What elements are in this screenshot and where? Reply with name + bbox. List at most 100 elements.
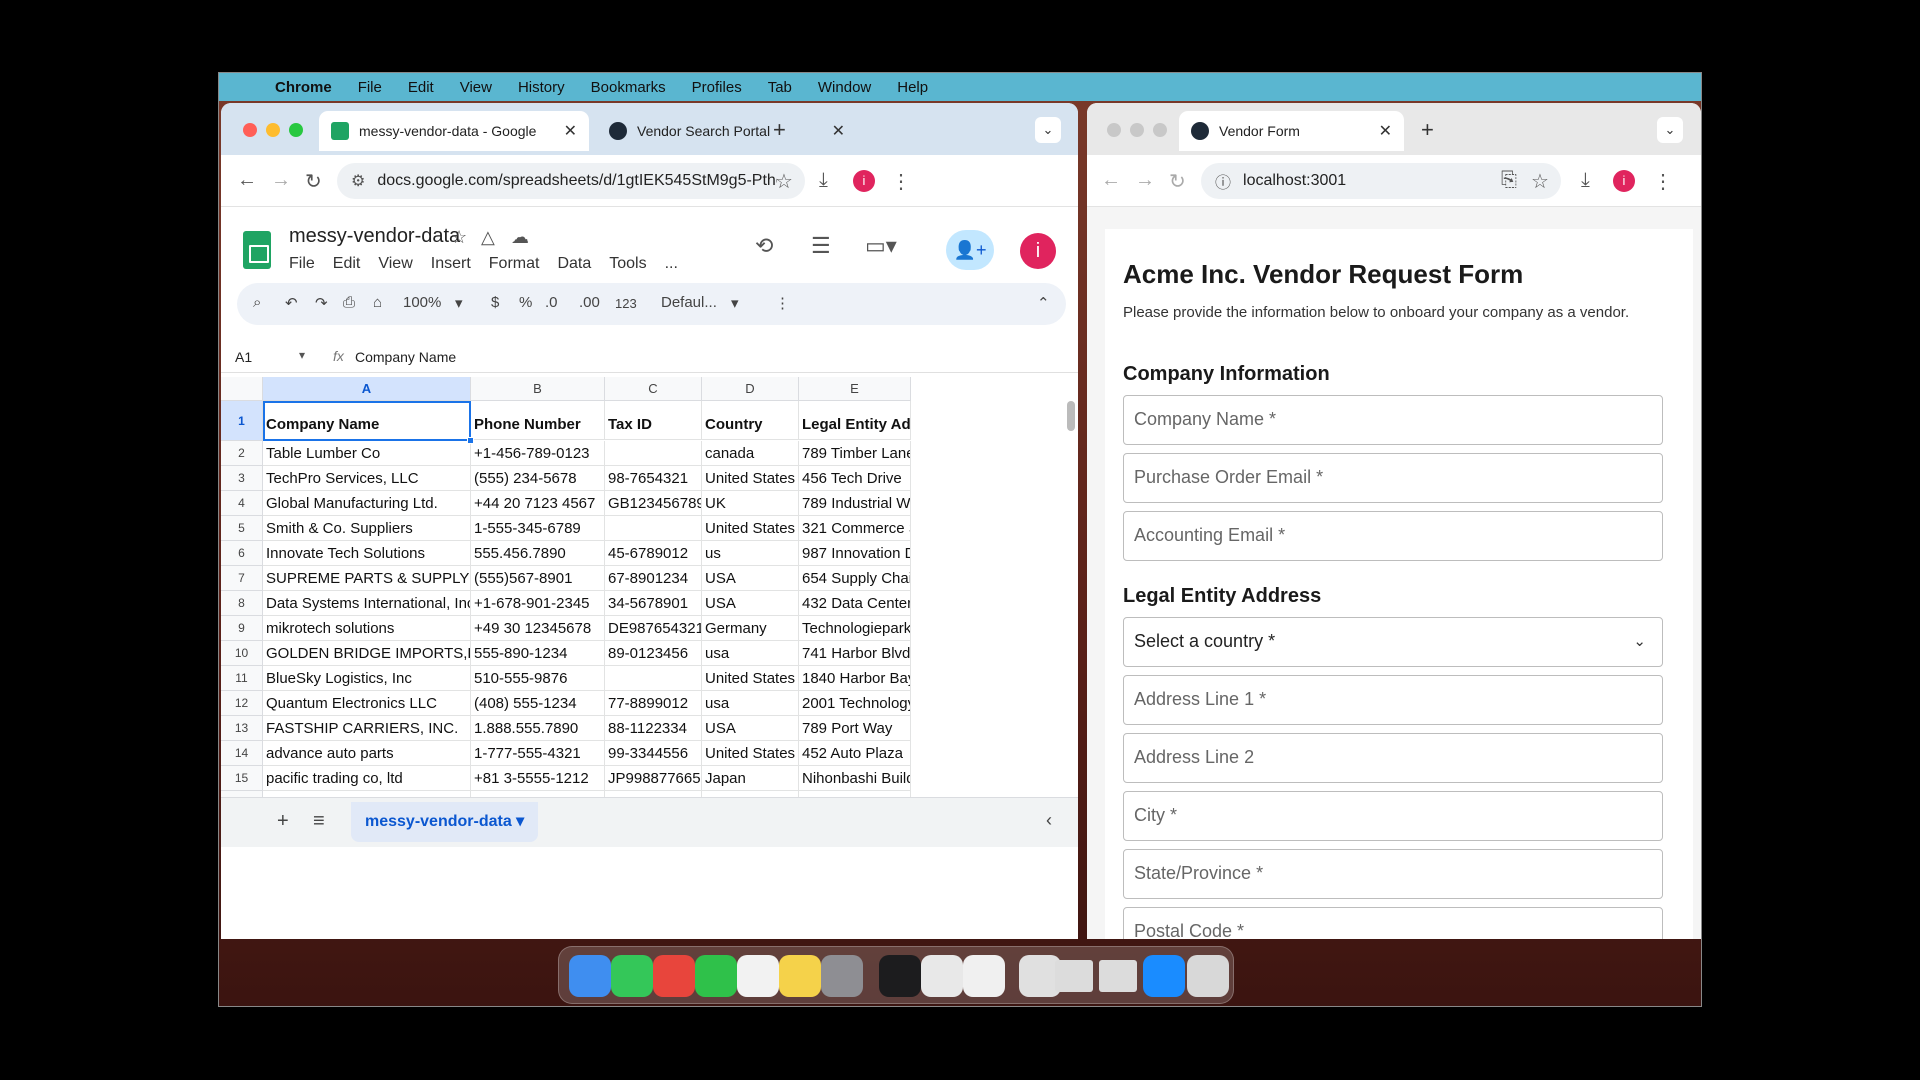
table-cell[interactable]: FASTSHIP CARRIERS, INC. — [263, 716, 471, 741]
install-app-icon[interactable]: ⎘ — [1501, 169, 1517, 192]
table-cell[interactable]: 555.456.7890 — [471, 541, 605, 566]
zoom-window-button[interactable] — [289, 123, 303, 137]
row-header[interactable]: 2 — [221, 441, 263, 466]
meet-icon[interactable]: ▭▾ — [865, 233, 897, 259]
table-cell[interactable]: USA — [702, 591, 799, 616]
menu-edit[interactable]: Edit — [333, 255, 361, 273]
column-header-e[interactable]: E — [799, 377, 911, 401]
print-icon[interactable]: ⎙ — [343, 294, 355, 311]
table-cell[interactable]: 741 Harbor Blvd. — [799, 641, 911, 666]
forward-icon[interactable]: → — [271, 169, 291, 192]
share-button[interactable]: 👤+ — [946, 230, 994, 270]
comments-icon[interactable]: ☰ — [811, 233, 831, 259]
row-header[interactable]: 11 — [221, 666, 263, 691]
cell-a1[interactable]: Company Name — [263, 401, 471, 440]
row-header[interactable]: 6 — [221, 541, 263, 566]
table-cell[interactable] — [605, 441, 702, 466]
cell-c1[interactable]: Tax ID — [605, 401, 702, 440]
bookmark-star-icon[interactable]: ☆ — [1531, 169, 1549, 194]
table-cell[interactable]: JP9988776655 — [605, 766, 702, 791]
node-window-icon[interactable] — [1055, 960, 1093, 992]
table-cell[interactable]: DE987654321 — [605, 616, 702, 641]
table-cell[interactable]: 654 Supply Chain F — [799, 566, 911, 591]
chevron-down-icon[interactable]: ▾ — [299, 348, 305, 362]
row-header[interactable]: 13 — [221, 716, 263, 741]
table-cell[interactable]: 2001 Technology D — [799, 691, 911, 716]
download-icon[interactable]: ⤓ — [1581, 169, 1590, 192]
table-cell[interactable]: (408) 555-1234 — [471, 691, 605, 716]
menu-view[interactable]: View — [378, 255, 412, 273]
table-cell[interactable]: Data Systems International, Inc. — [263, 591, 471, 616]
table-cell[interactable]: pacific trading co, ltd — [263, 766, 471, 791]
table-cell[interactable]: United States — [702, 666, 799, 691]
textedit-icon[interactable] — [963, 955, 1005, 997]
menu-window[interactable]: Window — [818, 79, 871, 96]
close-window-button[interactable] — [243, 123, 257, 137]
node-window-icon[interactable] — [1099, 960, 1137, 992]
table-cell[interactable]: 555-890-1234 — [471, 641, 605, 666]
table-cell[interactable]: 510-555-9876 — [471, 666, 605, 691]
select-all-corner[interactable] — [221, 377, 263, 401]
more-formats-button[interactable]: 123 — [615, 296, 637, 311]
table-cell[interactable]: TechPro Services, LLC — [263, 466, 471, 491]
menu-help[interactable]: Help — [897, 79, 928, 96]
bookmark-star-icon[interactable]: ☆ — [775, 169, 793, 194]
table-cell[interactable]: Nihonbashi Building — [799, 766, 911, 791]
chrome-menu-icon[interactable]: ⋮ — [1653, 169, 1673, 194]
back-icon[interactable]: ← — [237, 169, 257, 192]
increase-decimal-button[interactable]: .00 — [579, 294, 600, 311]
minimize-window-button[interactable] — [266, 123, 280, 137]
close-window-button[interactable] — [1107, 123, 1121, 137]
finder-icon[interactable] — [569, 955, 611, 997]
purchase-order-email-input[interactable]: Purchase Order Email * — [1123, 453, 1663, 503]
table-cell[interactable]: 77-8899012 — [605, 691, 702, 716]
table-cell[interactable]: Table Lumber Co — [263, 441, 471, 466]
minimize-window-button[interactable] — [1130, 123, 1144, 137]
table-cell[interactable]: Smith & Co. Suppliers — [263, 516, 471, 541]
table-cell[interactable]: 432 Data Center Av — [799, 591, 911, 616]
table-cell[interactable]: 88-1122334 — [605, 716, 702, 741]
table-cell[interactable]: Innovate Tech Solutions — [263, 541, 471, 566]
table-cell[interactable]: 1-555-345-6789 — [471, 516, 605, 541]
table-cell[interactable]: USA — [702, 716, 799, 741]
font-select[interactable]: Defaul... — [661, 294, 717, 311]
table-cell[interactable]: usa — [702, 691, 799, 716]
menu-file[interactable]: File — [358, 79, 382, 96]
row-header[interactable]: 12 — [221, 691, 263, 716]
city-input[interactable]: City * — [1123, 791, 1663, 841]
paint-format-icon[interactable]: ⌂ — [373, 294, 382, 311]
country-select[interactable]: Select a country * ⌄ — [1123, 617, 1663, 667]
menu-chrome[interactable]: Chrome — [275, 79, 332, 96]
cell-e1[interactable]: Legal Entity Addre — [799, 401, 911, 440]
table-cell[interactable]: 1-777-555-4321 — [471, 741, 605, 766]
table-cell[interactable]: BlueSky Logistics, Inc — [263, 666, 471, 691]
table-cell[interactable]: (555) 234-5678 — [471, 466, 605, 491]
menu-tools[interactable]: Tools — [609, 255, 646, 273]
chevron-down-icon[interactable]: ▾ — [516, 813, 524, 830]
table-cell[interactable]: 99-3344556 — [605, 741, 702, 766]
back-icon[interactable]: ← — [1101, 169, 1121, 192]
tab-vendor-search-portal[interactable]: Vendor Search Portal ✕ — [597, 111, 857, 151]
reload-icon[interactable]: ↻ — [305, 169, 322, 194]
menu-data[interactable]: Data — [557, 255, 591, 273]
table-cell[interactable]: 452 Auto Plaza — [799, 741, 911, 766]
accounting-email-input[interactable]: Accounting Email * — [1123, 511, 1663, 561]
table-cell[interactable]: Technologiepark 42 — [799, 616, 911, 641]
table-cell[interactable]: 789 Timber Lane — [799, 441, 911, 466]
tab-search-button[interactable]: ⌄ — [1657, 117, 1683, 143]
column-header-d[interactable]: D — [702, 377, 799, 401]
table-cell[interactable]: +49 30 12345678 — [471, 616, 605, 641]
table-cell[interactable]: canada — [702, 441, 799, 466]
undo-icon[interactable]: ↶ — [285, 294, 298, 312]
company-name-input[interactable]: Company Name * — [1123, 395, 1663, 445]
close-tab-icon[interactable]: ✕ — [1379, 121, 1392, 141]
table-cell[interactable]: Global Manufacturing Ltd. — [263, 491, 471, 516]
menu-format[interactable]: Format — [489, 255, 540, 273]
messages-icon[interactable] — [611, 955, 653, 997]
tab-messy-vendor-data[interactable]: messy-vendor-data - Google ✕ — [319, 111, 589, 151]
table-cell[interactable]: 98-7654321 — [605, 466, 702, 491]
address-line-2-input[interactable]: Address Line 2 — [1123, 733, 1663, 783]
table-cell[interactable]: GB123456789 — [605, 491, 702, 516]
all-sheets-icon[interactable]: ≡ — [313, 810, 325, 833]
menu-tab[interactable]: Tab — [768, 79, 792, 96]
